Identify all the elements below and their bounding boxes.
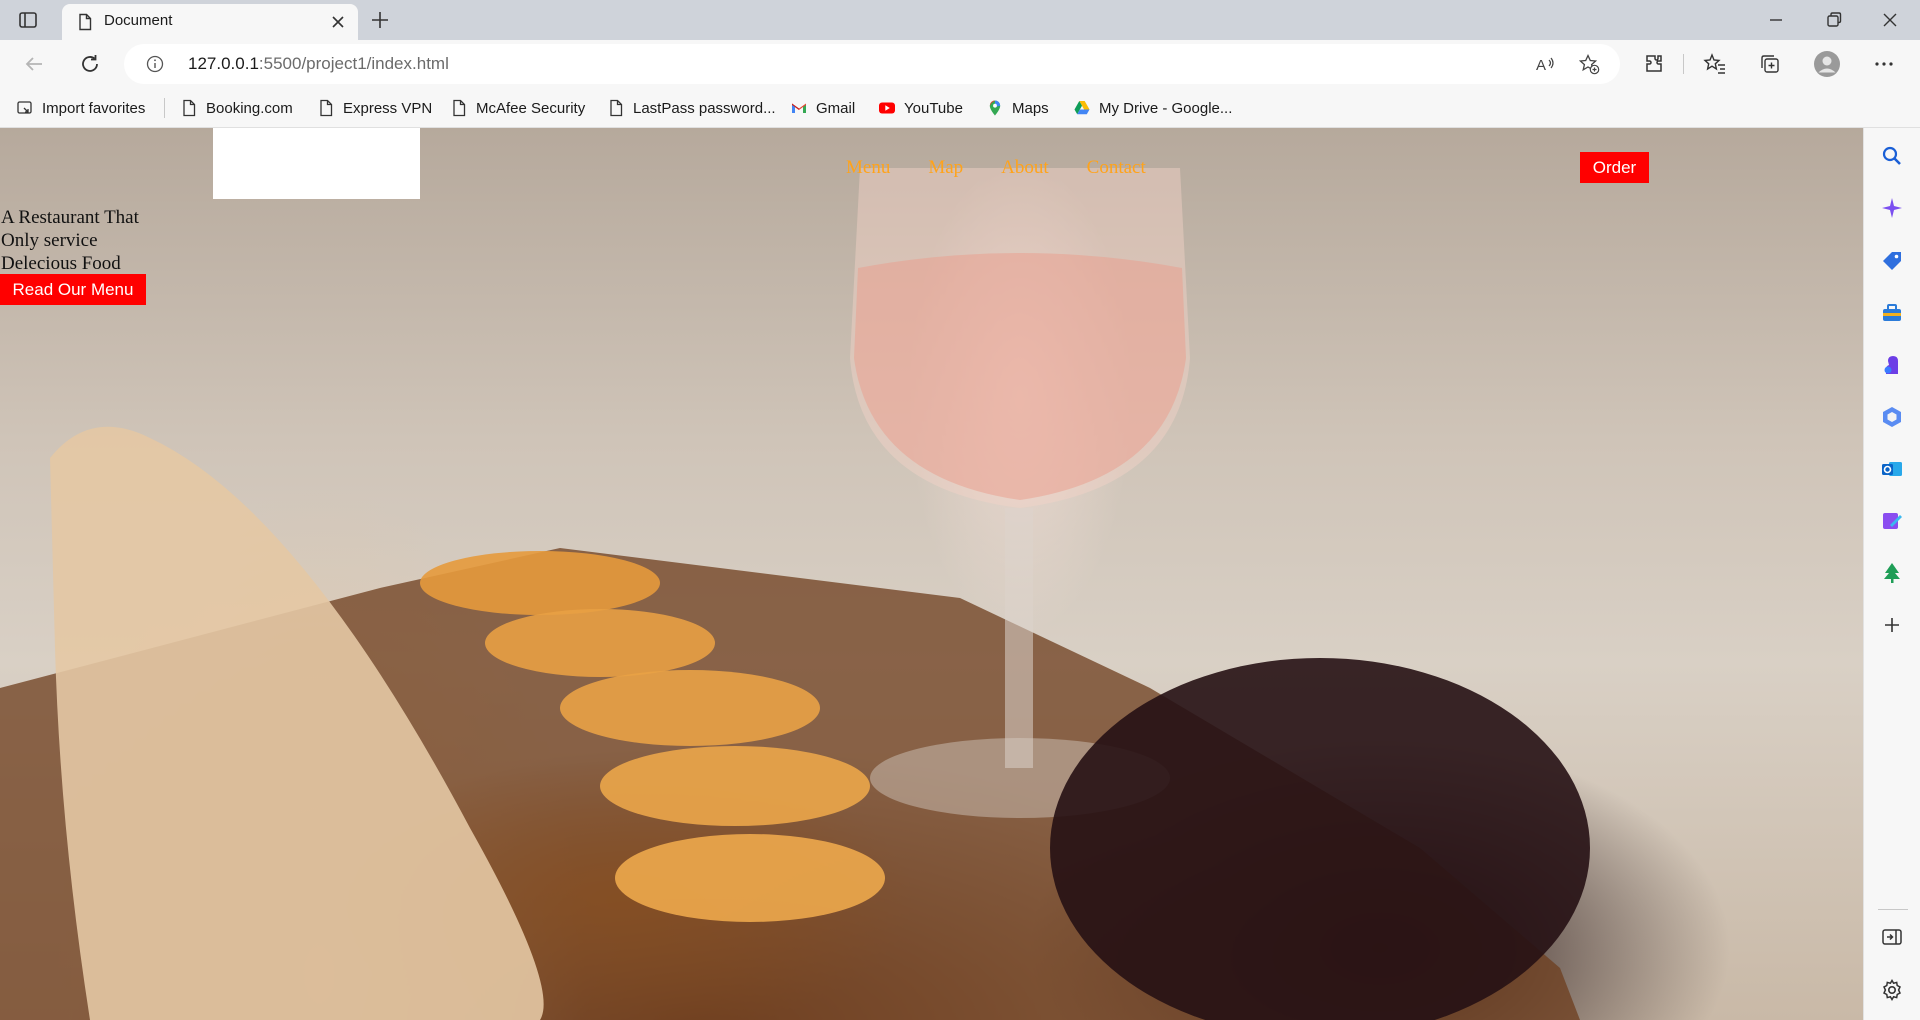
read-aloud-icon[interactable]: A (1534, 53, 1556, 75)
favorite-google-drive[interactable]: My Drive - Google... (1073, 98, 1232, 118)
collections-icon[interactable] (1758, 52, 1782, 76)
url-text[interactable]: 127.0.0.1:5500/project1/index.html (188, 54, 449, 74)
svg-text:A: A (1536, 57, 1546, 74)
tab-strip: Document (0, 0, 1920, 40)
shopping-tag-icon[interactable] (1880, 249, 1904, 273)
site-navigation: Menu Map About Contact (846, 157, 1146, 179)
url-host: 127.0.0.1 (188, 54, 259, 73)
drive-icon (1074, 101, 1090, 115)
hero-line: Only service (1, 230, 98, 251)
close-tab-icon[interactable] (328, 12, 348, 32)
favorite-label: Express VPN (343, 99, 433, 117)
profile-avatar-icon[interactable] (1813, 50, 1841, 78)
hero-background-image (0, 168, 1590, 1020)
nav-link-menu[interactable]: Menu (846, 157, 890, 179)
new-tab-icon[interactable] (368, 8, 392, 32)
favorite-label: Import favorites (42, 99, 146, 117)
favorites-divider (164, 98, 165, 118)
order-button[interactable]: Order (1580, 152, 1649, 183)
sidebar-divider (1878, 909, 1908, 910)
address-bar[interactable]: 127.0.0.1:5500/project1/index.html A (124, 44, 1620, 84)
address-toolbar: 127.0.0.1:5500/project1/index.html A (0, 40, 1920, 88)
read-menu-button[interactable]: Read Our Menu (0, 274, 146, 305)
close-window-icon[interactable] (1878, 8, 1902, 32)
toolbar-divider (1683, 54, 1684, 74)
page-icon (320, 99, 333, 117)
page-icon (183, 99, 196, 117)
more-options-icon[interactable] (1872, 52, 1896, 76)
refresh-icon[interactable] (78, 52, 102, 76)
nav-link-contact[interactable]: Contact (1087, 157, 1146, 179)
back-icon[interactable] (22, 52, 46, 76)
favorite-label: My Drive - Google... (1099, 99, 1233, 117)
tab-title: Document (104, 12, 173, 29)
page-viewport: Menu Map About Contact Order A Restauran… (0, 128, 1863, 1020)
favorite-label: McAfee Security (476, 99, 586, 117)
nav-link-map[interactable]: Map (928, 157, 963, 179)
restore-icon[interactable] (1822, 8, 1846, 32)
favorite-gmail[interactable]: Gmail (790, 98, 855, 118)
designer-icon[interactable] (1880, 509, 1904, 533)
search-icon[interactable] (1880, 144, 1904, 168)
favorite-label: Booking.com (206, 99, 293, 117)
info-icon[interactable] (146, 55, 164, 73)
hero-line: Delecious Food (1, 253, 121, 274)
youtube-icon (879, 102, 895, 114)
favorite-youtube[interactable]: YouTube (878, 98, 963, 118)
hero-line: A Restaurant That (1, 207, 139, 228)
favorite-label: YouTube (904, 99, 963, 117)
favorite-label: LastPass password... (633, 99, 776, 117)
favorites-icon[interactable] (1703, 52, 1727, 76)
browser-sidebar (1863, 128, 1920, 1020)
settings-gear-icon[interactable] (1880, 978, 1904, 1002)
favorite-label: Maps (1012, 99, 1049, 117)
favorites-bar: Import favorites Booking.com Express VPN… (0, 88, 1920, 128)
copilot-sparkle-icon[interactable] (1880, 196, 1904, 220)
outlook-icon[interactable] (1880, 457, 1904, 481)
microsoft-365-icon[interactable] (1880, 405, 1904, 429)
favorite-express-vpn[interactable]: Express VPN (317, 98, 432, 118)
favorite-mcafee[interactable]: McAfee Security (450, 98, 585, 118)
tools-briefcase-icon[interactable] (1880, 301, 1904, 325)
favorite-booking[interactable]: Booking.com (180, 98, 293, 118)
minimize-icon[interactable] (1764, 8, 1788, 32)
favorite-import[interactable]: Import favorites (16, 98, 145, 118)
add-favorite-icon[interactable] (1578, 53, 1600, 75)
favorite-maps[interactable]: Maps (986, 98, 1049, 118)
tab-actions-icon[interactable] (16, 8, 40, 32)
extensions-icon[interactable] (1642, 52, 1666, 76)
page-icon (453, 99, 466, 117)
add-sidebar-app-icon[interactable] (1880, 613, 1904, 637)
gmail-icon (792, 103, 806, 113)
hero-tagline: A Restaurant That Only service Delecious… (1, 206, 139, 275)
hide-sidebar-icon[interactable] (1880, 925, 1904, 949)
favorite-label: Gmail (816, 99, 856, 117)
page-icon (610, 99, 623, 117)
document-icon (79, 13, 92, 31)
games-icon[interactable] (1880, 353, 1904, 377)
url-path: :5500/project1/index.html (258, 54, 449, 73)
favorite-lastpass[interactable]: LastPass password... (607, 98, 776, 118)
maps-icon (989, 100, 1001, 116)
nav-link-about[interactable]: About (1001, 157, 1049, 179)
drop-tree-icon[interactable] (1880, 561, 1904, 585)
site-logo-placeholder[interactable] (213, 128, 420, 199)
import-icon (17, 101, 32, 114)
browser-tab-active[interactable]: Document (62, 4, 358, 40)
